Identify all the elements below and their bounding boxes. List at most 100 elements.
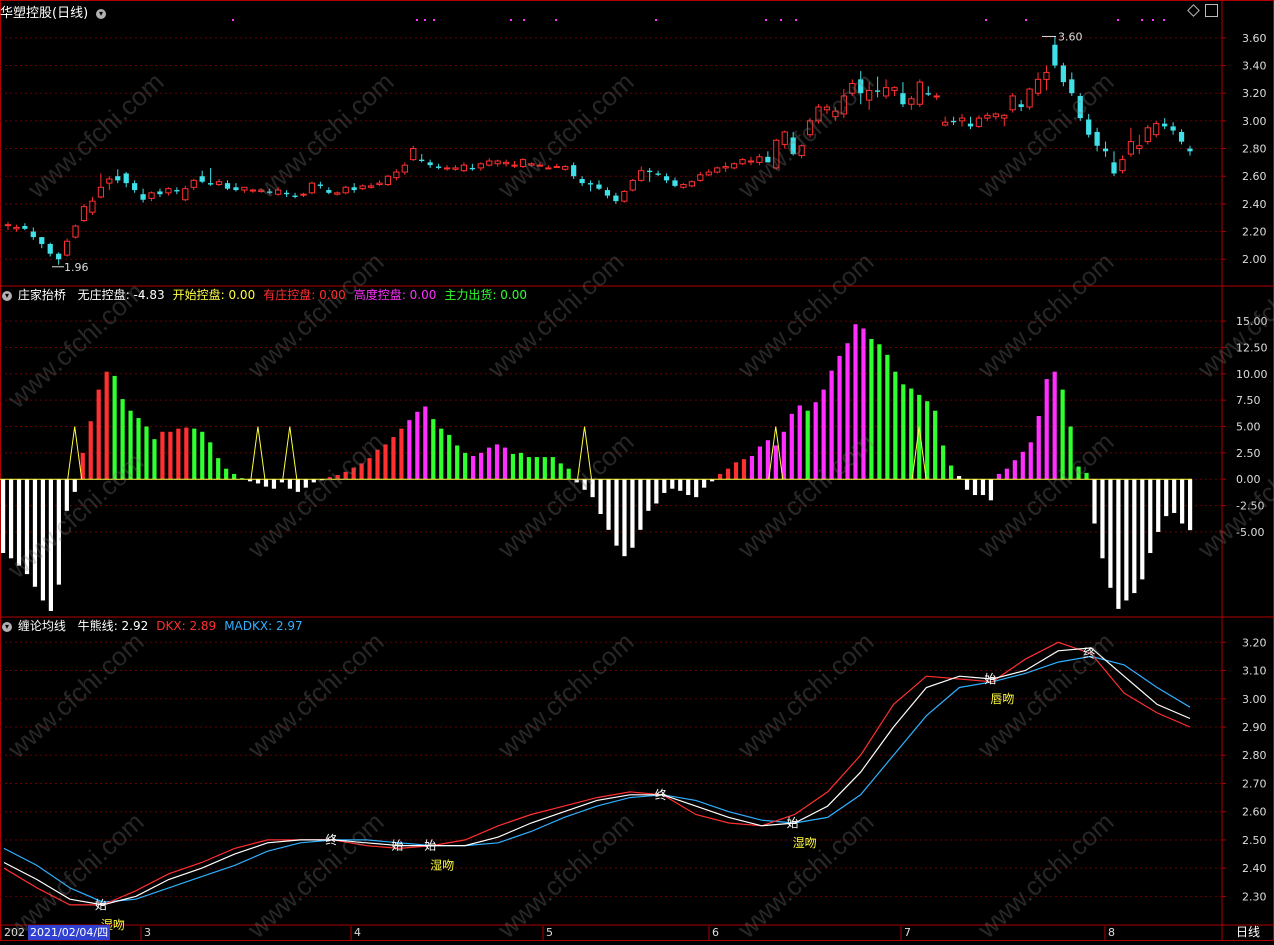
candle-body [536, 164, 544, 167]
candle-body [393, 171, 400, 179]
candle-body [629, 179, 636, 191]
y-tick-label: 3.40 [1242, 60, 1267, 73]
bar [773, 445, 778, 480]
legend-value: 2.89 [189, 619, 217, 633]
candle-body [224, 183, 231, 189]
bar [1036, 415, 1041, 480]
bar [8, 479, 14, 559]
bar [980, 479, 986, 496]
candle-body [106, 178, 113, 184]
panel3-dropdown-icon[interactable]: ▾ [2, 621, 12, 632]
candle-body [613, 195, 619, 202]
marker-label: 始 [424, 839, 436, 853]
bar [295, 479, 300, 492]
legend-name: 开始控盘 [172, 288, 221, 302]
bar [964, 479, 970, 490]
bar [1180, 479, 1185, 524]
bar [781, 431, 786, 480]
bar [845, 343, 850, 480]
bar [1076, 466, 1081, 480]
legend-item: 开始控盘: 0.00 [173, 288, 256, 302]
candle-body [174, 190, 180, 192]
bar [622, 479, 627, 557]
bar [407, 420, 412, 480]
y-tick-label: 12.50 [1236, 341, 1268, 354]
bar [925, 401, 930, 480]
low-label: 1.96 [64, 261, 89, 274]
candle-body [326, 190, 332, 193]
bar [1140, 479, 1145, 580]
candle-body [4, 224, 12, 227]
y-tick-label: 2.60 [1242, 170, 1267, 183]
bar [749, 456, 755, 480]
bar [837, 355, 842, 480]
candle-body [469, 167, 475, 170]
bar [972, 479, 978, 496]
bar [200, 431, 205, 480]
bar [375, 449, 380, 480]
candle-body [1162, 123, 1168, 127]
bar [614, 479, 619, 546]
bar [877, 344, 882, 480]
marker-label: 终 [325, 832, 337, 847]
bar [391, 437, 396, 480]
candle-body [747, 160, 755, 163]
candle-body [1094, 131, 1100, 146]
y-tick-label: 3.60 [1242, 32, 1267, 45]
marker-label: 唇吻 [990, 692, 1014, 706]
bar [662, 479, 667, 493]
candle-body [115, 176, 121, 181]
candle-body [680, 184, 687, 188]
bar [1084, 472, 1089, 480]
y-tick-label: 2.40 [1242, 862, 1267, 875]
legend-item: 牛熊线: 2.92 [78, 619, 149, 633]
candle-body [435, 166, 442, 168]
tab-daily[interactable]: 日线 [1236, 925, 1260, 940]
bar [1164, 479, 1169, 517]
panel2-dropdown-icon[interactable]: ▾ [2, 290, 12, 301]
candle-body [63, 240, 71, 256]
panel3-legend: 牛熊线: 2.92 DKX: 2.89 MADKX: 2.97 [78, 619, 311, 633]
candle-body [494, 160, 501, 165]
legend-name: 有庄控盘 [263, 288, 312, 302]
candle-body [460, 164, 468, 172]
bar [1124, 479, 1129, 601]
candle-body [697, 174, 704, 181]
y-tick-label: -2.50 [1236, 500, 1264, 513]
candle-body [882, 87, 890, 97]
candle-body [89, 200, 96, 213]
bar [733, 462, 739, 480]
candle-body [967, 123, 974, 127]
y-tick-label: 7.50 [1236, 394, 1261, 407]
candle-body [790, 137, 796, 155]
bar [96, 389, 101, 480]
candle-body [1086, 119, 1092, 135]
candle-body [858, 79, 864, 94]
candle-body [1069, 79, 1075, 94]
bar [646, 479, 651, 511]
candle-body [925, 93, 931, 95]
candle-body [832, 110, 839, 118]
signal-dot [510, 19, 512, 21]
candle-body [823, 106, 831, 111]
bar [1100, 479, 1105, 559]
bar [423, 406, 428, 480]
bar [590, 479, 595, 498]
marker-label: 始 [95, 898, 107, 912]
candle-body [596, 184, 602, 189]
bar [120, 399, 125, 480]
control-spike [282, 426, 298, 480]
bar [853, 324, 858, 480]
candle-body [283, 192, 290, 195]
highlight-date: 2021/02/04/四 [28, 925, 111, 940]
candle-body [1187, 148, 1193, 152]
title-dropdown-icon[interactable]: ▾ [95, 8, 106, 19]
candle-body [975, 117, 983, 127]
bar [829, 370, 834, 480]
bar [128, 410, 133, 480]
chart-canvas[interactable]: 3.60 3.40 3.20 3.00 2.80 2.60 2.40 2.20 2.00 3.60… [0, 0, 1274, 941]
window-restore-icon[interactable] [1205, 4, 1218, 17]
bar [821, 389, 826, 480]
bar [805, 410, 810, 480]
bar [813, 402, 818, 480]
